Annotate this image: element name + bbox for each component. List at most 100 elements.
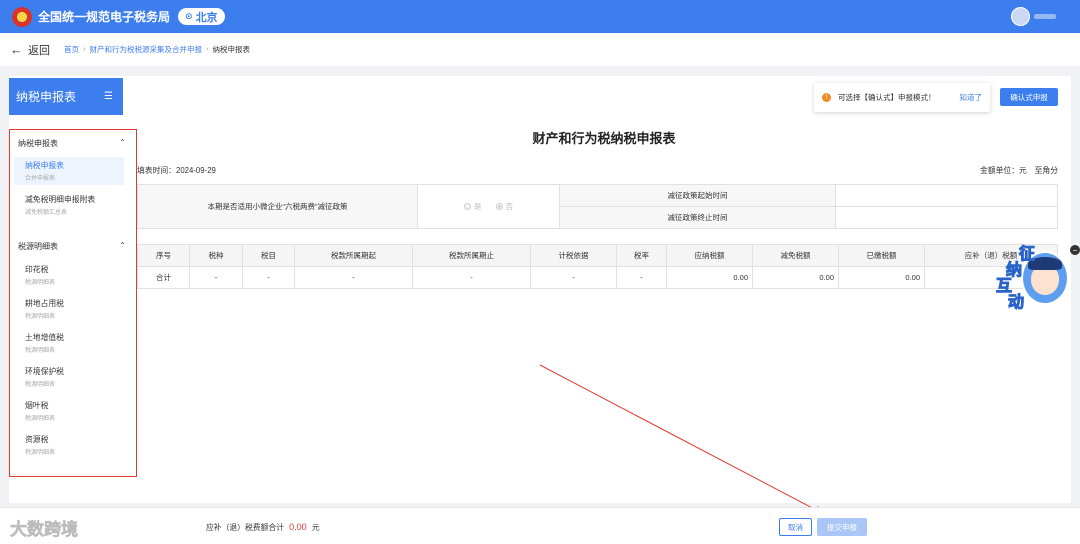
main-content: 纳税申报表 ☰ 纳税申报表 ⌃ 纳税申报表 合并申报表 减免税明细申报附表 减免… — [9, 76, 1071, 503]
sidebar-header: 纳税申报表 ☰ — [9, 78, 123, 115]
warning-icon: ! — [822, 93, 831, 102]
table-cell: 合计 — [137, 266, 190, 289]
column-header: 已缴税额 — [838, 244, 925, 267]
table-cell: - — [189, 266, 243, 289]
column-header: 税款所属期起 — [294, 244, 413, 267]
region-label: 北京 — [195, 11, 218, 24]
column-header: 序号 — [137, 244, 190, 267]
sidebar-title: 纳税申报表 — [16, 90, 77, 104]
sidebar-item-land-vat[interactable]: 土地增值税 税源明细表 — [14, 329, 124, 357]
interaction-mascot-widget[interactable]: 征 纳 互 动 — [995, 243, 1071, 313]
column-header: 税率 — [616, 244, 667, 267]
policy-end-label: 减征政策终止时间 — [559, 206, 836, 229]
sidebar-group-source[interactable]: 税源明细表 ⌃ — [18, 241, 126, 252]
policy-radio-group: 是 否 — [417, 184, 560, 229]
policy-label: 本期是否适用小微企业“六税两费”减征政策 — [137, 184, 418, 229]
sidebar-item-tax-return[interactable]: 纳税申报表 合并申报表 — [14, 157, 124, 185]
sidebar-item-reduction-schedule[interactable]: 减免税明细申报附表 减免税额汇总表 — [14, 191, 124, 219]
policy-start-label: 减征政策起始时间 — [559, 184, 836, 207]
radio-no-label: 否 — [505, 202, 514, 211]
breadcrumb: 首页 › 财产和行为税税源采集及合并申报 › 纳税申报表 — [64, 44, 250, 55]
radio-yes-label: 是 — [473, 202, 482, 211]
location-pin-icon: ⊙ — [185, 11, 193, 21]
sidebar-item-label: 环境保护税 — [25, 367, 64, 376]
sidebar-item-label: 纳税申报表 — [25, 161, 64, 170]
sidebar-item-label: 印花税 — [25, 265, 49, 274]
group-label: 税源明细表 — [18, 242, 58, 251]
minus-icon[interactable]: − — [1070, 245, 1080, 255]
site-title: 全国统一规范电子税务局 — [38, 10, 171, 24]
column-header: 税款所属期止 — [412, 244, 531, 267]
confirm-mode-button[interactable]: 确认式申报 — [1000, 88, 1058, 106]
sidebar-item-sub: 合并申报表 — [25, 176, 56, 182]
notice-text: 可选择【确认式】申报模式！ — [838, 93, 936, 102]
sidebar-item-stamp-tax[interactable]: 印花税 税源明细表 — [14, 261, 124, 289]
column-header: 应纳税额 — [666, 244, 753, 267]
table-header-row: 序号 税种 税目 税款所属期起 税款所属期止 计税依据 税率 应纳税额 减免税额… — [137, 244, 1058, 267]
breadcrumb-collect[interactable]: 财产和行为税税源采集及合并申报 — [90, 44, 203, 55]
top-bar: 全国统一规范电子税务局 ⊙ 北京 — [0, 0, 1080, 33]
back-button[interactable]: ← 返回 — [10, 42, 50, 58]
policy-table: 本期是否适用小微企业“六税两费”减征政策 是 否 减征政策起始时间 减征政策终止… — [137, 184, 1058, 229]
column-header: 减免税额 — [752, 244, 839, 267]
sidebar-item-label: 土地增值税 — [25, 333, 64, 342]
table-cell: 0.00 — [838, 266, 925, 289]
column-header: 计税依据 — [530, 244, 617, 267]
sidebar-item-sub: 税源明细表 — [25, 348, 56, 354]
sidebar-item-label: 资源税 — [25, 435, 49, 444]
sidebar-item-sub: 减免税额汇总表 — [25, 210, 68, 216]
breadcrumb-bar: ← 返回 首页 › 财产和行为税税源采集及合并申报 › 纳税申报表 — [0, 33, 1080, 66]
sidebar-item-tobacco-tax[interactable]: 烟叶税 税源明细表 — [14, 397, 124, 425]
sidebar-item-sub: 税源明细表 — [25, 382, 56, 388]
tax-emblem-icon — [12, 6, 32, 27]
notice-dismiss-link[interactable]: 知道了 — [960, 92, 983, 103]
amount-unit: 金额单位：元 至角分 — [980, 166, 1058, 175]
table-cell: 0.00 — [666, 266, 753, 289]
column-header: 税目 — [242, 244, 295, 267]
user-avatar[interactable] — [1011, 7, 1030, 26]
table-cell: - — [616, 266, 667, 289]
breadcrumb-home[interactable]: 首页 — [64, 44, 79, 55]
breadcrumb-current: 纳税申报表 — [212, 45, 251, 54]
total-label: 应补（退）税费额合计 — [206, 523, 284, 532]
total-unit: 元 — [311, 523, 320, 532]
table-cell: - — [530, 266, 617, 289]
tax-return-table: 序号 税种 税目 税款所属期起 税款所属期止 计税依据 税率 应纳税额 减免税额… — [137, 244, 1058, 289]
sidebar-item-sub: 税源明细表 — [25, 314, 56, 320]
back-label: 返回 — [28, 44, 50, 57]
sidebar-item-sub: 税源明细表 — [25, 450, 56, 456]
sidebar-nav: 纳税申报表 ⌃ 纳税申报表 合并申报表 减免税明细申报附表 减免税额汇总表 税源… — [9, 129, 137, 477]
total-summary: 应补（退）税费额合计 0.00 元 — [206, 522, 320, 533]
chevron-up-icon: ⌃ — [119, 241, 126, 250]
sidebar-item-label: 减免税明细申报附表 — [25, 195, 96, 204]
policy-end-input[interactable] — [835, 206, 1058, 229]
sidebar-item-label: 耕地占用税 — [25, 299, 64, 308]
region-selector[interactable]: ⊙ 北京 — [178, 8, 225, 25]
mode-notice-popup: ! 可选择【确认式】申报模式！ 知道了 — [814, 83, 990, 112]
table-cell: 0.00 — [752, 266, 839, 289]
submit-button[interactable]: 提交申报 — [817, 518, 867, 536]
sidebar-item-land-occupation-tax[interactable]: 耕地占用税 税源明细表 — [14, 295, 124, 323]
cancel-button[interactable]: 取消 — [779, 518, 812, 536]
group-label: 纳税申报表 — [18, 139, 58, 148]
user-name-blurred[interactable] — [1034, 14, 1056, 19]
sidebar-item-environment-tax[interactable]: 环境保护税 税源明细表 — [14, 363, 124, 391]
footer-bar: 大数跨境 应补（退）税费额合计 0.00 元 取消 提交申报 — [0, 507, 1080, 544]
table-cell: - — [294, 266, 413, 289]
mascot-char: 动 — [1007, 294, 1025, 312]
table-cell: - — [242, 266, 295, 289]
radio-yes[interactable]: 是 — [463, 201, 482, 212]
sidebar-item-resource-tax[interactable]: 资源税 税源明细表 — [14, 431, 124, 459]
table-row-total: 合计 - - - - - - 0.00 0.00 0.00 — [137, 266, 1058, 289]
table-cell: - — [412, 266, 531, 289]
breadcrumb-separator: › — [83, 44, 86, 53]
policy-start-input[interactable] — [835, 184, 1058, 207]
radio-no[interactable]: 否 — [495, 201, 514, 212]
sidebar-group-returns[interactable]: 纳税申报表 ⌃ — [18, 138, 126, 149]
column-header: 税种 — [189, 244, 243, 267]
form-title: 财产和行为税纳税申报表 — [532, 131, 676, 146]
sidebar-item-label: 烟叶税 — [25, 401, 49, 410]
menu-collapse-icon[interactable]: ☰ — [104, 91, 113, 102]
fill-date: 填表时间：2024-09-29 — [137, 166, 216, 175]
watermark-text: 大数跨境 — [10, 520, 79, 540]
